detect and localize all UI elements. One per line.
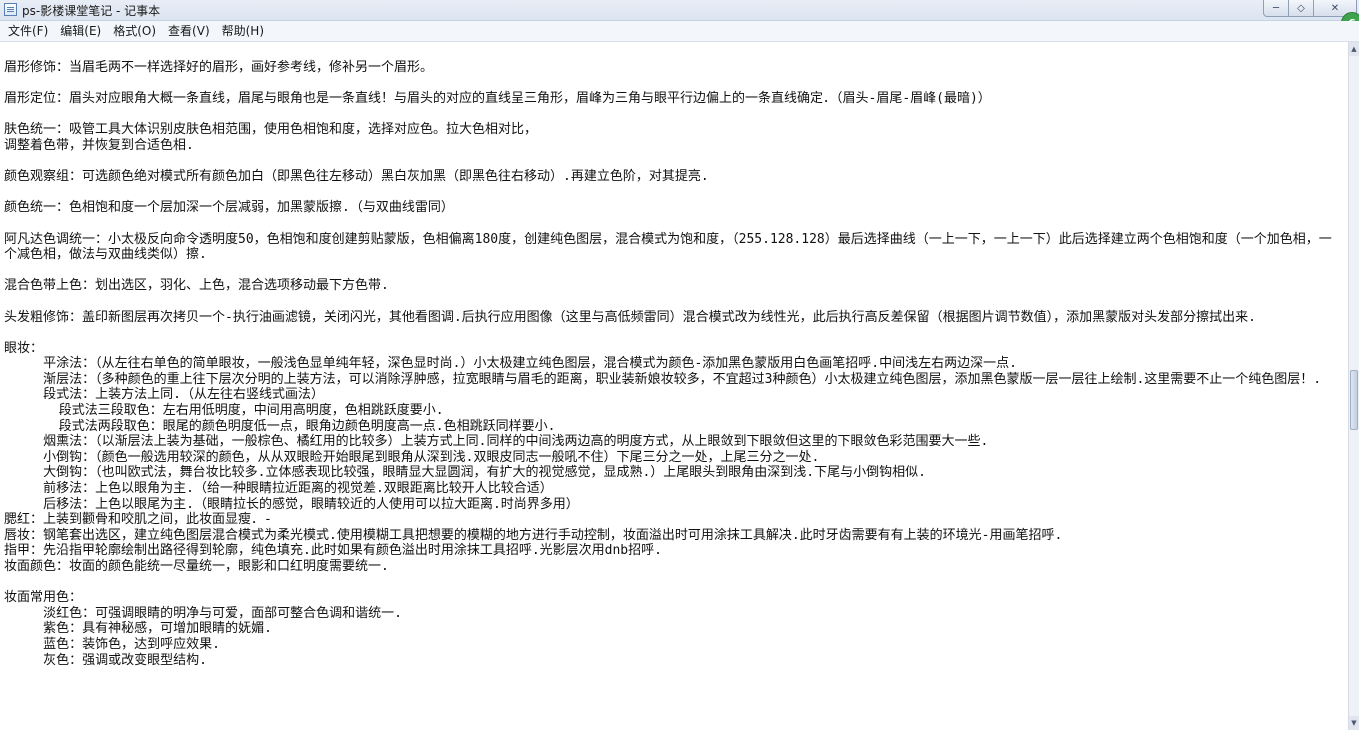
title-bar[interactable]: ps-影楼课堂笔记 - 记事本 ─ ◇ ✕ 6 xyxy=(0,0,1359,34)
menu-format[interactable]: 格式(O) xyxy=(107,21,162,41)
minimize-icon: ─ xyxy=(1272,2,1280,14)
scroll-down-button[interactable]: ▼ xyxy=(1349,716,1359,730)
close-icon: ✕ xyxy=(1330,2,1340,14)
restore-icon: ◇ xyxy=(1297,2,1305,14)
menu-edit[interactable]: 编辑(E) xyxy=(54,21,107,41)
menu-help[interactable]: 帮助(H) xyxy=(216,21,270,41)
menu-view[interactable]: 查看(V) xyxy=(162,21,216,41)
scroll-up-icon: ▲ xyxy=(1351,45,1357,53)
menu-bar: 文件(F) 编辑(E) 格式(O) 查看(V) 帮助(H) xyxy=(0,21,1359,42)
scroll-up-button[interactable]: ▲ xyxy=(1349,42,1359,56)
notepad-icon xyxy=(4,3,17,16)
scroll-down-icon: ▼ xyxy=(1351,719,1357,727)
window-title: ps-影楼课堂笔记 - 记事本 xyxy=(22,4,161,18)
document-text[interactable]: 眉形修饰：当眉毛两不一样选择好的眉形，画好参考线，修补另一个眉形。 眉形定位：眉… xyxy=(0,42,1344,668)
restore-button[interactable]: ◇ xyxy=(1288,0,1314,17)
menu-file[interactable]: 文件(F) xyxy=(2,21,54,41)
vertical-scrollbar[interactable]: ▲ ▼ xyxy=(1348,42,1359,730)
scroll-thumb[interactable] xyxy=(1350,370,1358,430)
text-editor[interactable]: 眉形修饰：当眉毛两不一样选择好的眉形，画好参考线，修补另一个眉形。 眉形定位：眉… xyxy=(0,42,1348,730)
minimize-button[interactable]: ─ xyxy=(1263,0,1289,17)
